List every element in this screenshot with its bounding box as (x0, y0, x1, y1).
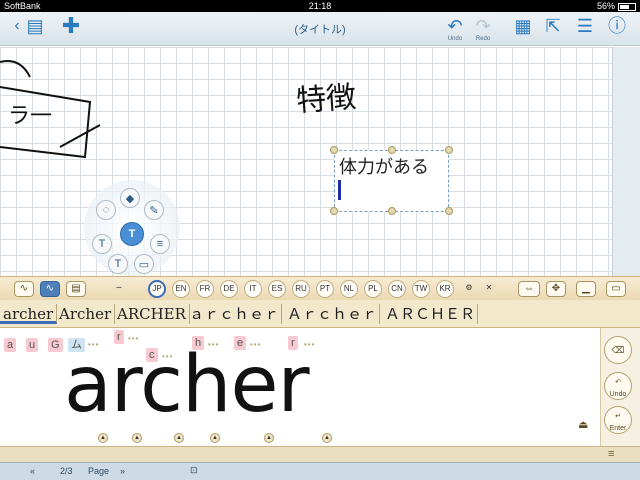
handwritten-note: 特徴 (295, 79, 358, 120)
close-icon[interactable]: ✕ (480, 280, 498, 298)
segment-marker[interactable]: ▲ (174, 433, 184, 443)
info-icon[interactable]: ⓘ (604, 16, 630, 42)
language-bar: ∿ ∿ ▤ ∽ JP EN FR DE IT ES RU PT NL PL CN… (0, 276, 640, 300)
enter-button[interactable]: ↵ Enter (604, 406, 632, 434)
backspace-icon[interactable]: ⌫ (604, 336, 632, 364)
redo-button[interactable]: ↷ Redo (470, 16, 496, 42)
lang-pl[interactable]: PL (364, 280, 382, 298)
shift-icon[interactable]: ⏏ (578, 418, 588, 431)
undo-label: Undo (447, 36, 463, 42)
status-bar: SoftBank 21:18 56% (0, 0, 640, 12)
resize-icon[interactable]: ▭ (606, 281, 626, 297)
text-caret (338, 180, 341, 200)
lang-kr[interactable]: KR (436, 280, 454, 298)
prev-page-icon[interactable]: « (30, 466, 35, 476)
zoom-icon[interactable]: ⊡ (190, 465, 198, 476)
segment-marker[interactable]: ▲ (98, 433, 108, 443)
lang-tw[interactable]: TW (412, 280, 430, 298)
segment-marker[interactable]: ▲ (210, 433, 220, 443)
undo-icon: ↶ (447, 16, 463, 36)
text-box-content: 体力がある (339, 157, 429, 178)
keyboard-mode-icon[interactable]: ▤ (66, 281, 86, 297)
candidate-bar: archer Archer ARCHER ａｒｃｈｅｒ Ａｒｃｈｅｒ ＡＲＣＨＥ… (0, 300, 640, 328)
text-box[interactable]: 体力がある (334, 150, 449, 212)
menu-icon[interactable]: ☰ (572, 16, 598, 42)
candidate-item[interactable]: Ａｒｃｈｅｒ (284, 304, 380, 324)
undo-label: Undo (609, 391, 627, 398)
clock: 21:18 (308, 1, 332, 11)
lang-nl[interactable]: NL (340, 280, 358, 298)
char-chip[interactable]: a (4, 338, 17, 352)
candidate-item[interactable]: archer (0, 304, 58, 324)
pages-icon[interactable]: ▦ (510, 16, 536, 42)
resize-handle[interactable] (445, 207, 453, 215)
pan-icon[interactable]: ✥ (546, 281, 566, 297)
handwriting-mode-icon[interactable]: ∿ (40, 281, 60, 297)
enter-icon: ↵ (615, 413, 621, 420)
keyboard-icon[interactable]: ▭ (134, 254, 154, 274)
eraser-icon[interactable]: ◆ (120, 188, 140, 208)
export-icon[interactable]: ⇱ (540, 16, 566, 42)
curve-icon[interactable]: ∽ (110, 280, 128, 298)
stroke-curve (0, 60, 31, 78)
resize-handle[interactable] (388, 146, 396, 154)
text-style-icon[interactable]: T (92, 234, 112, 254)
char-chip[interactable]: G (48, 338, 63, 352)
move-icon[interactable]: ⇔ (518, 281, 540, 297)
lasso-icon[interactable]: ◌ (96, 200, 116, 220)
lang-it[interactable]: IT (244, 280, 262, 298)
battery-indicator: 56% (597, 0, 636, 12)
candidate-item[interactable]: ARCHER (114, 304, 190, 324)
minimize-icon[interactable]: ▁ (576, 281, 596, 297)
text-box-icon[interactable]: T (108, 254, 128, 274)
text-tool-button[interactable]: T (120, 222, 144, 246)
battery-fill (620, 4, 629, 9)
page-navigation-bar: « 2/3 Page » ⊡ (0, 462, 640, 480)
lang-fr[interactable]: FR (196, 280, 214, 298)
redo-icon: ↷ (475, 16, 491, 36)
screen: { "status": {"carrier": "SoftBank", "tim… (0, 0, 640, 480)
text-tool-label: T (128, 228, 136, 240)
lang-en[interactable]: EN (172, 280, 190, 298)
ink-text: archer (64, 340, 310, 430)
lang-de[interactable]: DE (220, 280, 238, 298)
undo-icon: ↶ (615, 379, 621, 386)
lang-jp[interactable]: JP (148, 280, 166, 298)
list-icon[interactable]: ≡ (150, 234, 170, 254)
segment-marker[interactable]: ▲ (132, 433, 142, 443)
enter-label: Enter (609, 425, 627, 432)
resize-handle[interactable] (388, 207, 396, 215)
segment-ruler[interactable] (0, 446, 640, 462)
page-number: 2/3 (60, 466, 73, 476)
candidate-item[interactable]: ａｒｃｈｅｒ (186, 304, 282, 324)
handwritten-partial: ラ一 (8, 104, 53, 129)
char-chip[interactable]: u (26, 338, 39, 352)
ruler-menu-icon[interactable]: ≡ (608, 448, 614, 460)
lang-es[interactable]: ES (268, 280, 286, 298)
lang-pt[interactable]: PT (316, 280, 334, 298)
resize-handle[interactable] (330, 207, 338, 215)
stroke-slash (59, 124, 101, 148)
segment-marker[interactable]: ▲ (322, 433, 332, 443)
pen-icon[interactable]: ✎ (144, 200, 164, 220)
input-undo-button[interactable]: ↶ Undo (604, 372, 632, 400)
candidate-item[interactable]: ＡＲＣＨＥＲ (382, 304, 478, 324)
next-page-icon[interactable]: » (120, 466, 125, 476)
stroke-mode-icon[interactable]: ∿ (14, 281, 34, 297)
battery-percent: 56% (596, 1, 615, 11)
settings-icon[interactable]: ⚙ (460, 280, 478, 298)
resize-handle[interactable] (330, 146, 338, 154)
undo-button[interactable]: ↶ Undo (442, 16, 468, 42)
candidate-item[interactable]: Archer (56, 304, 116, 324)
lang-cn[interactable]: CN (388, 280, 406, 298)
resize-handle[interactable] (445, 146, 453, 154)
lang-ru[interactable]: RU (292, 280, 310, 298)
battery-icon (618, 2, 636, 11)
top-toolbar: ‹ ▤ ✚ (タイトル) ↶ Undo ↷ Redo ▦ ⇱ ☰ ⓘ (0, 12, 640, 46)
redo-label: Redo (475, 36, 491, 42)
segment-marker[interactable]: ▲ (264, 433, 274, 443)
canvas-scroll-edge[interactable] (612, 47, 640, 287)
page-label: Page (88, 466, 110, 476)
